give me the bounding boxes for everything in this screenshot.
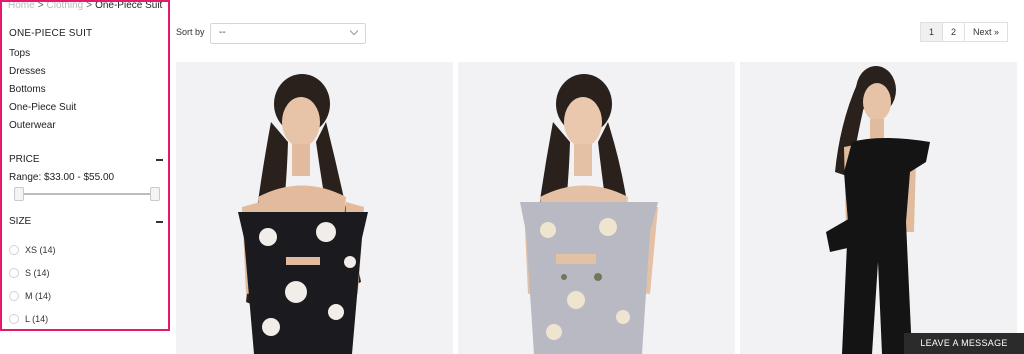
product-image[interactable] (740, 62, 1017, 354)
price-range-text: Range: $33.00 - $55.00 (9, 172, 115, 183)
page-link-2[interactable]: 2 (943, 23, 966, 41)
category-list: Tops Dresses Bottoms One-Piece Suit Oute… (9, 48, 76, 138)
price-filter-header[interactable]: PRICE (9, 154, 163, 165)
category-link-dresses[interactable]: Dresses (9, 66, 76, 84)
sort-select-value: -- (219, 27, 226, 38)
product-card[interactable] (176, 62, 453, 354)
category-link-outerwear[interactable]: Outerwear (9, 120, 76, 138)
radio-icon[interactable] (9, 267, 19, 278)
dress-shape (238, 212, 368, 354)
slider-fill (19, 193, 155, 195)
collapse-minus-icon[interactable] (156, 159, 163, 161)
chevron-down-icon (349, 26, 359, 36)
size-option-s[interactable]: S (14) (9, 261, 56, 284)
category-link-tops[interactable]: Tops (9, 48, 76, 66)
sort-by-label: Sort by (176, 27, 205, 37)
pagination: 1 2 Next » (920, 22, 1009, 42)
dress-shape (842, 138, 930, 354)
size-filter-title: SIZE (9, 216, 32, 227)
radio-icon[interactable] (9, 244, 19, 255)
size-option-m[interactable]: M (14) (9, 284, 56, 307)
collapse-minus-icon[interactable] (156, 221, 163, 223)
slider-max-handle[interactable] (150, 187, 160, 201)
radio-icon[interactable] (9, 290, 19, 301)
size-options: XS (14) S (14) M (14) L (14) (9, 238, 56, 330)
product-card[interactable] (458, 62, 735, 354)
product-image[interactable] (176, 62, 453, 354)
product-card[interactable] (740, 62, 1017, 354)
size-option-label: S (14) (25, 267, 50, 278)
price-filter-title: PRICE (9, 154, 40, 165)
filter-sidebar: ONE-PIECE SUIT Tops Dresses Bottoms One-… (0, 0, 170, 331)
size-option-l[interactable]: L (14) (9, 307, 56, 330)
size-option-label: L (14) (25, 313, 49, 324)
size-option-xs[interactable]: XS (14) (9, 238, 56, 261)
next-page-link[interactable]: Next » (965, 23, 1007, 41)
size-option-label: XS (14) (25, 244, 56, 255)
size-filter-header[interactable]: SIZE (9, 216, 163, 227)
size-option-label: M (14) (25, 290, 52, 301)
slider-min-handle[interactable] (14, 187, 24, 201)
price-range-slider[interactable] (14, 187, 160, 201)
leave-message-button[interactable]: LEAVE A MESSAGE (904, 333, 1024, 354)
radio-icon[interactable] (9, 313, 19, 324)
category-link-one-piece-suit[interactable]: One-Piece Suit (9, 102, 76, 120)
product-image[interactable] (458, 62, 735, 354)
sort-select[interactable]: -- (210, 23, 366, 44)
page-link-1[interactable]: 1 (921, 23, 944, 41)
dress-shape (520, 202, 658, 354)
category-title: ONE-PIECE SUIT (9, 28, 93, 39)
category-link-bottoms[interactable]: Bottoms (9, 84, 76, 102)
